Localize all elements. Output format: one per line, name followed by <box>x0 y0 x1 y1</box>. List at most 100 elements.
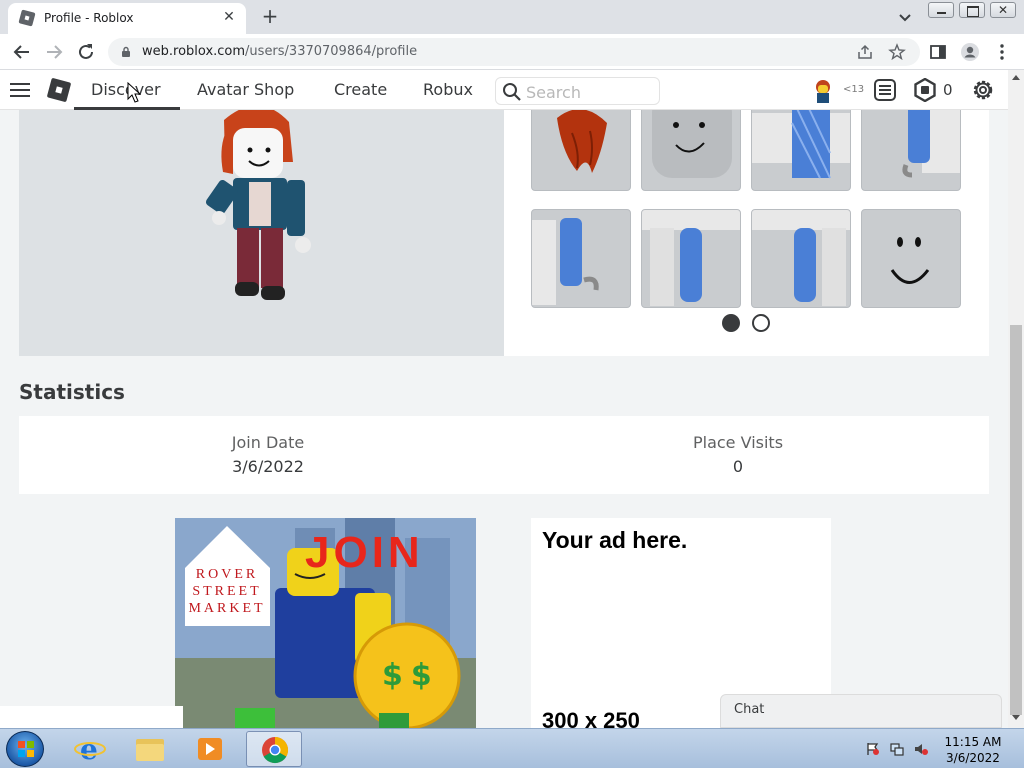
ad-join-text: JOIN <box>305 528 424 577</box>
roblox-favicon-icon <box>18 9 36 27</box>
chrome-icon <box>262 736 289 764</box>
window-controls: ✕ <box>928 2 1021 18</box>
network-icon[interactable] <box>890 742 904 756</box>
browser-menu-icon[interactable] <box>992 42 1012 62</box>
hair-icon <box>557 110 607 173</box>
action-center-flag-icon[interactable] <box>866 742 880 756</box>
windows-logo-icon <box>18 741 34 757</box>
right-leg-icon <box>752 210 850 306</box>
ad-banner-image[interactable]: ROVER STREET MARKET JOIN $$ <box>175 518 476 728</box>
left-arm-icon <box>532 218 599 305</box>
scroll-up-arrow-icon[interactable] <box>1012 75 1020 80</box>
wearing-item-right-arm[interactable] <box>861 110 961 191</box>
clock-date: 3/6/2022 <box>946 751 1000 765</box>
statistics-card: Join Date 3/6/2022 Place Visits 0 <box>19 416 989 494</box>
side-panel-icon[interactable] <box>928 42 948 62</box>
user-avatar-thumbnail[interactable] <box>812 79 834 103</box>
nav-robux[interactable]: Robux <box>423 80 473 99</box>
internet-explorer-icon: e <box>74 733 106 766</box>
search-input[interactable] <box>526 82 651 102</box>
settings-gear-icon[interactable] <box>971 78 995 102</box>
windows-taskbar: e 11:15 AM 3/6/2022 <box>0 728 1024 768</box>
wearing-item-head[interactable] <box>641 110 741 191</box>
face-icon <box>890 237 930 284</box>
roblox-logo-icon[interactable] <box>46 77 72 103</box>
age-bracket-label: <13 <box>843 84 865 95</box>
ad-brand-text: ROVER STREET MARKET <box>188 567 266 616</box>
pager-dot-2[interactable] <box>752 314 770 332</box>
scroll-thumb[interactable] <box>1010 325 1022 715</box>
roblox-header: Discover Avatar Shop Create Robux <13 0 <box>0 70 1008 110</box>
chat-bar[interactable]: Chat <box>720 694 1002 728</box>
bookmark-star-icon[interactable] <box>888 43 906 61</box>
url-path: /users/3370709864/profile <box>245 44 418 59</box>
tab-close-icon[interactable]: ✕ <box>220 8 238 26</box>
wearing-item-hair[interactable] <box>531 110 631 191</box>
browser-tabstrip: Profile - Roblox ✕ + ✕ <box>0 0 1024 34</box>
ad-dollar-sign-icon: $$ <box>382 658 440 693</box>
browser-tab-profile[interactable]: Profile - Roblox ✕ <box>8 3 246 34</box>
wearing-item-face[interactable] <box>861 209 961 308</box>
wearing-item-left-arm[interactable] <box>531 209 631 308</box>
volume-muted-icon[interactable] <box>914 742 928 756</box>
back-arrow-icon[interactable] <box>10 40 34 64</box>
profile-avatar-icon[interactable] <box>960 42 980 62</box>
currently-wearing-panel <box>504 110 989 356</box>
taskbar-internet-explorer[interactable]: e <box>62 731 118 767</box>
taskbar-media-player[interactable] <box>182 731 238 767</box>
maximize-button[interactable] <box>959 2 985 18</box>
reload-icon[interactable] <box>74 40 98 64</box>
footer-strip <box>0 706 183 728</box>
hamburger-menu-icon[interactable] <box>10 82 30 98</box>
avatar-render-panel <box>19 110 504 356</box>
address-bar[interactable]: web.roblox.com/users/3370709864/profile <box>108 38 920 66</box>
place-visits-label: Place Visits <box>692 433 784 452</box>
url-text[interactable]: web.roblox.com/users/3370709864/profile <box>142 44 417 59</box>
join-date-label: Join Date <box>231 433 305 452</box>
ad-placeholder-size: 300 x 250 <box>542 708 640 728</box>
forward-arrow-icon[interactable] <box>42 40 66 64</box>
media-player-icon <box>198 738 222 760</box>
system-clock[interactable]: 11:15 AM 3/6/2022 <box>938 734 1008 766</box>
avatar-figure-image <box>205 110 311 300</box>
wearing-item-torso[interactable] <box>751 110 851 191</box>
new-tab-button[interactable]: + <box>258 5 282 29</box>
join-date-value: 3/6/2022 <box>232 457 304 476</box>
nav-avatar-shop[interactable]: Avatar Shop <box>197 80 294 99</box>
page-scrollbar[interactable] <box>1008 70 1024 728</box>
minimize-button[interactable] <box>928 2 954 18</box>
taskbar-file-explorer[interactable] <box>122 731 178 767</box>
head-icon <box>652 110 732 178</box>
mouse-cursor-icon <box>127 82 141 103</box>
clock-time: 11:15 AM <box>944 735 1002 749</box>
share-icon[interactable] <box>856 43 874 61</box>
scroll-down-arrow-icon[interactable] <box>1012 715 1020 720</box>
place-visits-value: 0 <box>732 457 744 476</box>
taskbar-chrome[interactable] <box>246 731 302 767</box>
nav-discover[interactable]: Discover <box>91 80 161 99</box>
profile-content: Statistics Join Date 3/6/2022 Place Visi… <box>0 110 1008 728</box>
nav-create[interactable]: Create <box>334 80 387 99</box>
ad-placeholder-headline: Your ad here. <box>542 527 688 553</box>
search-icon[interactable] <box>502 82 522 102</box>
wearing-item-right-leg[interactable] <box>751 209 851 308</box>
wearing-item-left-leg[interactable] <box>641 209 741 308</box>
window-close-button[interactable]: ✕ <box>990 2 1016 18</box>
start-button[interactable] <box>6 731 44 767</box>
search-box[interactable] <box>495 77 660 105</box>
browser-toolbar: web.roblox.com/users/3370709864/profile <box>0 34 1024 70</box>
left-leg-icon <box>642 210 740 306</box>
shirt-torso-icon <box>752 110 850 179</box>
pager-dot-1[interactable] <box>722 314 740 332</box>
robux-count[interactable]: 0 <box>943 81 953 99</box>
lock-icon[interactable] <box>120 46 132 58</box>
tab-title: Profile - Roblox <box>44 11 134 25</box>
folder-icon <box>136 739 164 761</box>
notifications-list-icon[interactable] <box>873 78 897 102</box>
robux-icon[interactable] <box>913 78 937 102</box>
tab-search-chevron-icon[interactable] <box>896 8 914 26</box>
svg-text:e: e <box>80 733 98 766</box>
url-host: web.roblox.com <box>142 44 246 59</box>
right-arm-icon <box>902 110 960 178</box>
chat-label: Chat <box>734 702 765 717</box>
